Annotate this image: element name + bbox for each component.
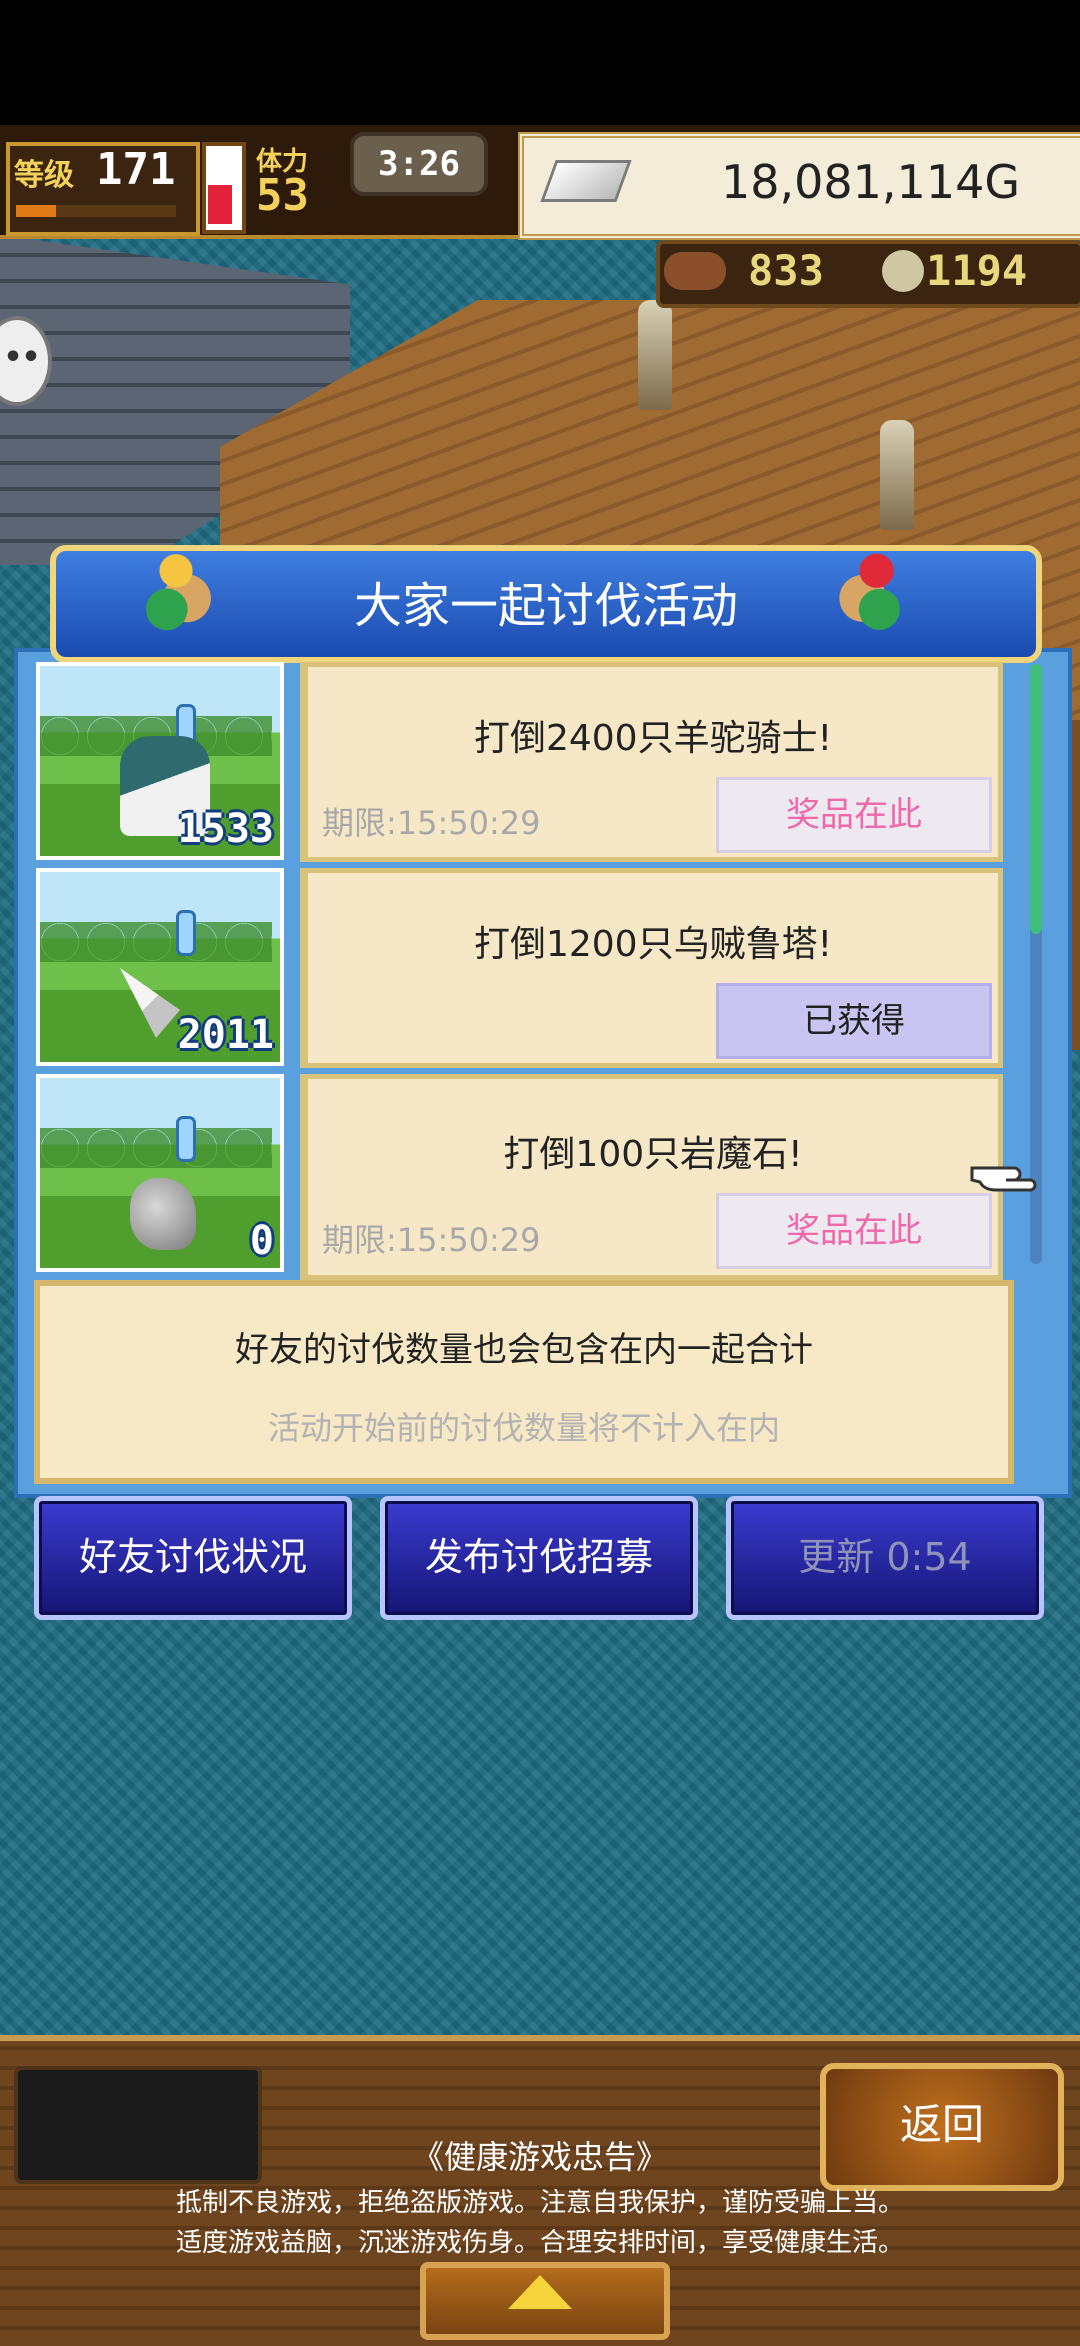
trees-decoration <box>40 922 272 962</box>
monster-thumbnail: 2011 <box>36 868 284 1066</box>
level-label: 等级 <box>14 158 74 193</box>
mission-text: 打倒100只岩魔石! <box>503 1134 803 1175</box>
chevron-up-icon <box>508 2275 572 2309</box>
friend-status-button[interactable]: 好友讨伐状况 <box>34 1496 352 1620</box>
info-text: 好友的讨伐数量也会包含在内一起合计 <box>235 1330 813 1370</box>
meat-icon <box>664 252 726 290</box>
squid-icon <box>120 968 180 1038</box>
clock-badge: 3:26 <box>350 132 488 196</box>
mission-deadline: 期限:15:50:29 <box>322 804 541 842</box>
kill-count: 2011 <box>177 1012 274 1058</box>
reward-button[interactable]: 奖品在此 <box>716 1193 992 1269</box>
monster-thumbnail: 0 <box>36 1074 284 1272</box>
money-value: 18,081,114G <box>720 155 1020 209</box>
food-value: 833 <box>748 246 824 295</box>
scrollbar-thumb[interactable] <box>1030 664 1042 934</box>
exp-bar-fill <box>16 205 56 217</box>
trees-decoration <box>40 1128 272 1168</box>
rock-golem-icon <box>130 1178 196 1250</box>
medal-value: 1194 <box>926 246 1028 295</box>
medal-icon <box>882 250 924 292</box>
mission-card: 打倒1200只乌贼鲁塔! 已获得 <box>300 868 1003 1068</box>
mission-text: 打倒1200只乌贼鲁塔! <box>473 924 833 965</box>
pointer-hand-icon <box>970 1166 1037 1192</box>
refresh-button[interactable]: 更新 0:54 <box>726 1496 1044 1620</box>
info-box <box>34 1280 1014 1484</box>
health-notice-title: 《健康游戏忠告》 <box>411 2138 668 2176</box>
chat-icon: •• <box>4 340 41 375</box>
health-notice-line: 适度游戏益脑，沉迷游戏伤身。合理安排时间，享受健康生活。 <box>175 2228 904 2258</box>
stamina-gauge-fill <box>208 185 232 224</box>
monster-thumbnail: 1533 <box>36 662 284 860</box>
mission-card: 打倒100只岩魔石! 期限:15:50:29 奖品在此 <box>300 1074 1003 1280</box>
quest-marker-icon <box>176 910 196 956</box>
level-value: 171 <box>96 144 176 195</box>
mission-text: 打倒2400只羊驼骑士! <box>473 718 833 759</box>
kill-count: 1533 <box>177 806 274 852</box>
mission-card: 打倒2400只羊驼骑士! 期限:15:50:29 奖品在此 <box>300 662 1003 862</box>
event-title: 大家一起讨伐活动 <box>353 578 738 634</box>
post-recruit-button[interactable]: 发布讨伐招募 <box>380 1496 698 1620</box>
health-notice-line: 抵制不良游戏，拒绝盗版游戏。注意自我保护，谨防受骗上当。 <box>175 2188 904 2218</box>
silver-bar-icon <box>540 160 632 202</box>
info-subtext: 活动开始前的讨伐数量将不计入在内 <box>267 1409 780 1447</box>
lamp-post <box>880 420 914 530</box>
mission-deadline: 期限:15:50:29 <box>322 1221 541 1259</box>
kill-count: 0 <box>249 1218 274 1264</box>
points-value: 53 <box>256 170 309 221</box>
reward-claimed-badge: 已获得 <box>716 983 992 1059</box>
reward-button[interactable]: 奖品在此 <box>716 777 992 853</box>
quest-marker-icon <box>176 1116 196 1162</box>
lamp-post <box>638 300 672 410</box>
